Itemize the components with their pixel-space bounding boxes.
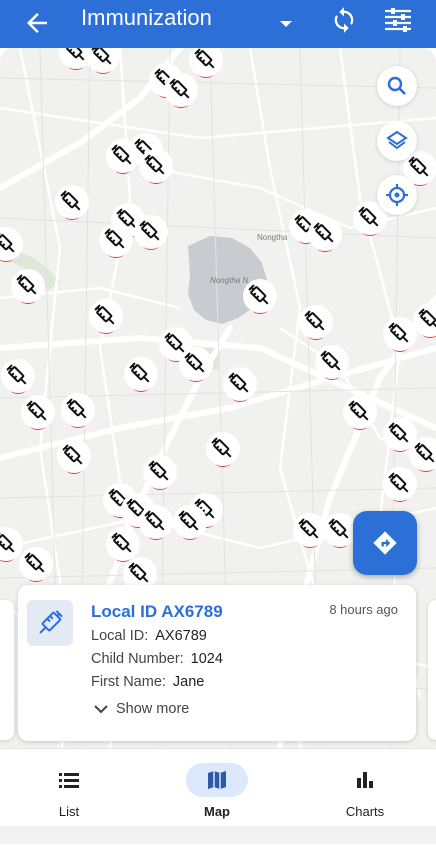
sync-icon xyxy=(334,7,354,33)
syringe-icon xyxy=(57,439,91,474)
event-field: Child Number: 1024 xyxy=(91,651,223,667)
my-location-button[interactable] xyxy=(377,175,417,215)
map-search-button[interactable] xyxy=(377,66,417,106)
syringe-icon xyxy=(179,347,213,382)
syringe-icon xyxy=(99,223,133,258)
back-button[interactable] xyxy=(22,8,52,38)
caret-down-icon xyxy=(280,21,292,27)
chevron-down-icon xyxy=(94,705,108,714)
directions-icon xyxy=(373,531,397,555)
syringe-icon xyxy=(39,610,63,634)
search-icon xyxy=(387,76,406,95)
arrow-left-icon xyxy=(27,13,47,33)
syringe-icon xyxy=(11,269,45,304)
show-more-label: Show more xyxy=(116,701,190,717)
navigate-button[interactable] xyxy=(353,511,417,575)
syringe-icon xyxy=(0,227,23,262)
syringe-icon xyxy=(343,395,377,430)
syringe-icon xyxy=(299,305,333,340)
tab-label: Map xyxy=(204,804,230,819)
tab-list[interactable]: List xyxy=(19,759,119,829)
syringe-icon xyxy=(173,505,207,540)
filter-button[interactable] xyxy=(383,6,413,39)
sync-button[interactable] xyxy=(330,6,358,39)
syringe-icon xyxy=(55,185,89,220)
event-field: Local ID: AX6789 xyxy=(91,628,207,644)
field-value: AX6789 xyxy=(155,628,207,644)
syringe-icon xyxy=(89,299,123,334)
event-time: 8 hours ago xyxy=(329,602,398,617)
event-title: Local ID AX6789 xyxy=(91,602,223,621)
my-location-icon xyxy=(386,184,408,206)
event-field: First Name: Jane xyxy=(91,674,204,690)
map-icon xyxy=(208,771,226,789)
syringe-icon xyxy=(61,393,95,428)
syringe-icon xyxy=(21,395,55,430)
syringe-icon xyxy=(243,279,277,314)
next-event-card[interactable] xyxy=(428,600,436,740)
show-more-button[interactable]: Show more xyxy=(94,701,189,717)
tab-label: List xyxy=(58,804,80,819)
map-label: Nongtha xyxy=(257,233,288,242)
event-card[interactable]: Local ID AX6789 8 hours ago Local ID: AX6… xyxy=(18,585,416,741)
system-gesture-bar xyxy=(0,826,436,844)
syringe-icon xyxy=(134,215,168,250)
syringe-icon xyxy=(383,467,417,502)
syringe-icon xyxy=(19,547,53,582)
field-label: Local ID: xyxy=(91,628,149,644)
list-icon xyxy=(59,773,79,788)
syringe-icon xyxy=(413,303,436,338)
field-value: Jane xyxy=(172,674,205,690)
tab-charts[interactable]: Charts xyxy=(315,759,415,829)
previous-event-card[interactable] xyxy=(0,600,14,740)
field-label: Child Number: xyxy=(91,651,184,667)
syringe-icon xyxy=(86,48,120,74)
page-title[interactable]: Immunization xyxy=(81,5,212,31)
filter-icon xyxy=(385,8,411,32)
syringe-icon xyxy=(206,432,240,467)
field-label: First Name: xyxy=(91,674,166,690)
syringe-icon xyxy=(189,48,223,78)
syringe-icon xyxy=(139,149,173,184)
program-dropdown[interactable] xyxy=(279,16,293,34)
syringe-icon xyxy=(308,217,342,252)
layers-icon xyxy=(386,130,408,150)
syringe-icon xyxy=(315,345,349,380)
app-bar: Immunization xyxy=(0,0,436,48)
bar-chart-icon xyxy=(357,772,373,788)
tab-label: Charts xyxy=(345,804,385,819)
syringe-icon xyxy=(223,367,257,402)
event-icon-tile xyxy=(27,600,73,646)
map-layers-button[interactable] xyxy=(377,121,417,161)
field-value: 1024 xyxy=(190,651,223,667)
syringe-icon xyxy=(124,357,158,392)
tab-map[interactable]: Map xyxy=(167,759,267,829)
